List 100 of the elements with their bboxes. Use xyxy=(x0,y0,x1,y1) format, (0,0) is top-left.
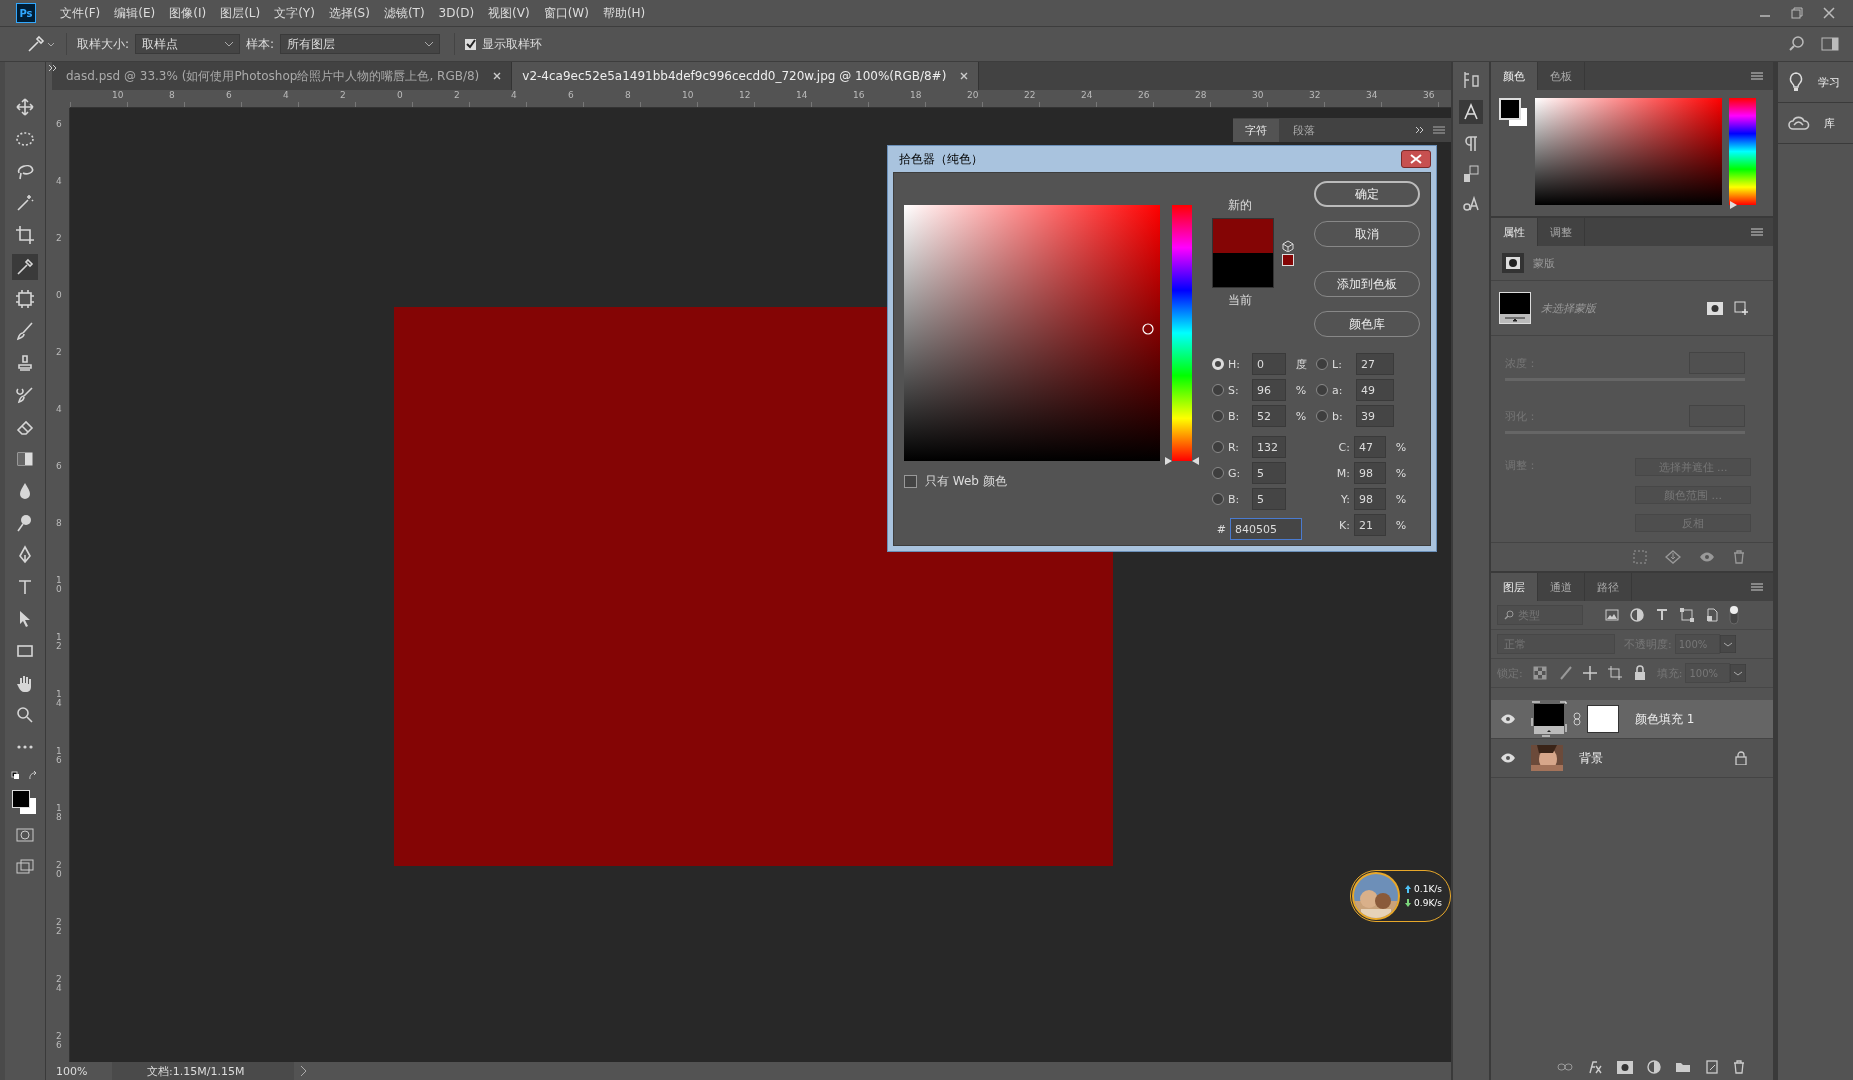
dialog-button[interactable]: 取消 xyxy=(1314,221,1420,247)
restore-icon[interactable] xyxy=(1791,7,1803,19)
web-color-swatch[interactable] xyxy=(1282,254,1294,266)
input-field[interactable]: 21 xyxy=(1354,514,1386,536)
radio-button[interactable] xyxy=(1316,410,1328,422)
vector-mask-icon[interactable] xyxy=(1733,300,1749,316)
menu-item[interactable]: 帮助(H) xyxy=(596,4,652,22)
close-icon[interactable] xyxy=(1823,7,1835,19)
panel-tab[interactable]: 属性 xyxy=(1491,218,1538,246)
image-icon[interactable] xyxy=(1604,607,1620,623)
type-icon[interactable] xyxy=(1654,607,1670,623)
input-field[interactable]: 27 xyxy=(1356,353,1394,375)
menu-item[interactable]: 编辑(E) xyxy=(108,4,162,22)
eyedropper-icon[interactable] xyxy=(26,34,56,54)
radio-button[interactable] xyxy=(1212,441,1224,453)
input-field[interactable]: 96 xyxy=(1252,379,1286,401)
input-field[interactable]: 5 xyxy=(1252,488,1286,510)
panel-tab[interactable]: 段落 xyxy=(1281,118,1327,142)
menu-item[interactable]: 视图(V) xyxy=(482,4,536,22)
panel-tab[interactable]: 路径 xyxy=(1585,573,1632,601)
eye-icon[interactable] xyxy=(1500,714,1516,724)
side-panel-button[interactable]: 学习 xyxy=(1778,62,1853,103)
smart-object-icon[interactable] xyxy=(1704,607,1720,623)
adjustment-icon[interactable] xyxy=(1647,1060,1661,1074)
search-icon[interactable] xyxy=(1789,36,1805,52)
layer-row[interactable]: 颜色填充 1 xyxy=(1491,700,1773,739)
panel-tab[interactable]: 色板 xyxy=(1538,62,1585,90)
close-icon[interactable] xyxy=(493,72,502,80)
clone-source-icon[interactable] xyxy=(1461,164,1481,184)
expand-icon[interactable] xyxy=(1415,126,1425,134)
sample-dropdown[interactable]: 所有图层 xyxy=(280,34,441,54)
link-icon[interactable] xyxy=(1557,1062,1573,1072)
mask-icon[interactable] xyxy=(1617,1060,1633,1074)
document-info[interactable]: 文档:1.15M/1.15M xyxy=(112,1062,295,1080)
mask-icon[interactable] xyxy=(1707,301,1723,315)
new-layer-icon[interactable] xyxy=(1705,1060,1719,1074)
menu-item[interactable]: 图层(L) xyxy=(214,4,267,22)
close-icon[interactable] xyxy=(960,72,969,80)
trash-icon[interactable] xyxy=(1733,1060,1745,1074)
menu-item[interactable]: 文字(Y) xyxy=(268,4,321,22)
input-field[interactable]: 98 xyxy=(1354,462,1386,484)
slider-handle[interactable] xyxy=(1729,200,1738,210)
input-field[interactable]: 132 xyxy=(1252,436,1286,458)
checker-icon[interactable] xyxy=(1531,665,1548,681)
input-field[interactable]: 39 xyxy=(1356,405,1394,427)
input-field[interactable]: 98 xyxy=(1354,488,1386,510)
color-field[interactable] xyxy=(1535,98,1722,205)
menu-icon[interactable] xyxy=(1751,582,1763,592)
panel-tab[interactable]: 调整 xyxy=(1538,218,1585,246)
radio-button[interactable] xyxy=(1212,410,1224,422)
menu-item[interactable]: 3D(D) xyxy=(432,6,481,20)
panel-tab[interactable]: 图层 xyxy=(1491,573,1538,601)
hex-input-field[interactable]: 840505 xyxy=(1230,518,1302,540)
slider-handle[interactable] xyxy=(1164,456,1200,466)
menu-item[interactable]: 图像(I) xyxy=(163,4,213,22)
panel-tab[interactable]: 字符 xyxy=(1233,118,1279,142)
radio-button[interactable] xyxy=(1212,384,1224,396)
color-field[interactable] xyxy=(904,205,1160,461)
menu-icon[interactable] xyxy=(1751,71,1763,81)
glyphs-icon[interactable] xyxy=(1461,194,1481,214)
dialog-button[interactable]: 添加到色板 xyxy=(1314,271,1420,297)
menu-item[interactable]: 滤镜(T) xyxy=(377,4,431,22)
panel-tab[interactable]: 通道 xyxy=(1538,573,1585,601)
adjustment-icon[interactable] xyxy=(1629,607,1645,623)
move-icon[interactable] xyxy=(1581,665,1598,681)
chevron-icon[interactable] xyxy=(1730,664,1747,682)
history-icon[interactable] xyxy=(1461,70,1481,90)
input-field[interactable]: 52 xyxy=(1252,405,1286,427)
folder-icon[interactable] xyxy=(1675,1061,1691,1073)
radio-button[interactable] xyxy=(1316,384,1328,396)
dialog-button[interactable]: 确定 xyxy=(1314,181,1420,207)
menu-item[interactable]: 选择(S) xyxy=(322,4,376,22)
trash-icon[interactable] xyxy=(1733,550,1745,564)
color-picker-ring[interactable] xyxy=(1142,323,1154,335)
input-field[interactable]: 5 xyxy=(1252,462,1286,484)
menu-item[interactable]: 窗口(W) xyxy=(537,4,595,22)
panel-tab[interactable]: 颜色 xyxy=(1491,62,1538,90)
document-tab[interactable]: v2-4ca9ec52e5a1491bb4def9c996cecdd0_720w.jpg @ 100%(RGB/8#) xyxy=(512,62,980,90)
checkbox[interactable] xyxy=(904,475,917,488)
layer-row[interactable]: 背景 xyxy=(1491,739,1773,778)
apply-mask-icon[interactable] xyxy=(1665,550,1681,564)
dialog-button[interactable]: 颜色库 xyxy=(1314,311,1420,337)
input-field[interactable]: 0 xyxy=(1252,353,1286,375)
character-icon[interactable] xyxy=(1459,100,1483,124)
eye-icon[interactable] xyxy=(1699,552,1715,562)
chevron-right-icon[interactable] xyxy=(300,1065,309,1077)
input-field[interactable]: 49 xyxy=(1356,379,1394,401)
app-logo[interactable]: Ps xyxy=(16,3,36,23)
checkbox[interactable] xyxy=(465,38,477,50)
color-swatches[interactable] xyxy=(1499,98,1529,128)
shape-icon[interactable] xyxy=(1679,607,1695,623)
sample-size-dropdown[interactable]: 取样点 xyxy=(135,34,241,54)
artboard-icon[interactable] xyxy=(1606,665,1623,681)
layer-style-icon[interactable] xyxy=(1587,1060,1603,1074)
radio-button[interactable] xyxy=(1316,358,1328,370)
menu-item[interactable]: 文件(F) xyxy=(54,4,107,22)
radio-button[interactable] xyxy=(1212,467,1224,479)
radio-button[interactable] xyxy=(1212,493,1224,505)
input-field[interactable]: 47 xyxy=(1354,436,1386,458)
side-panel-button[interactable]: 库 xyxy=(1778,103,1853,144)
